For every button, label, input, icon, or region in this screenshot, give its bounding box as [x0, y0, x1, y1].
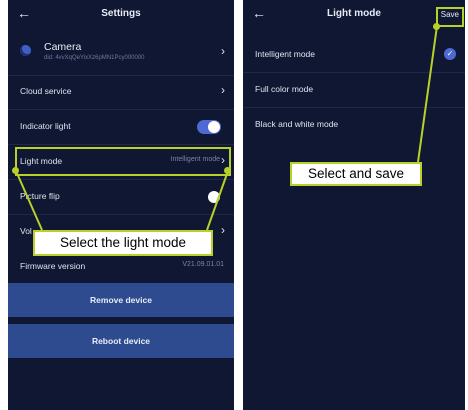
- highlight-dot: [224, 167, 231, 174]
- highlight-dot: [433, 23, 440, 30]
- highlight-dot: [12, 167, 19, 174]
- settings-screen: ← Settings Camera did: 4vvXqQeYixXz6pMN1…: [8, 0, 234, 410]
- callout-connector: [417, 25, 438, 163]
- callout-select-light-mode: Select the light mode: [33, 230, 213, 256]
- callout-select-and-save: Select and save: [290, 162, 422, 186]
- callout-connector: [15, 170, 229, 231]
- light-mode-screen: ← Light mode Save Intelligent mode ✓ Ful…: [243, 0, 465, 410]
